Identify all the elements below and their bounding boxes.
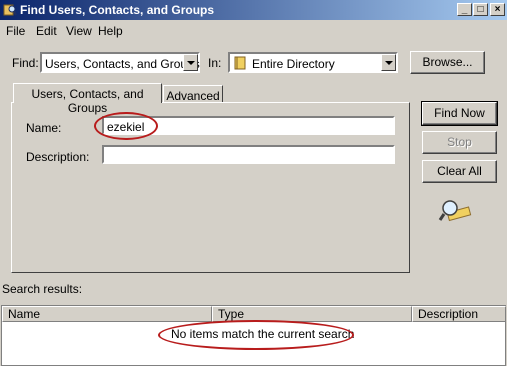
empty-message-annotation-oval xyxy=(158,320,354,350)
minimize-button[interactable]: _ xyxy=(457,3,472,16)
find-label: Find: xyxy=(12,56,39,70)
description-input[interactable] xyxy=(102,145,395,164)
find-type-value: Users, Contacts, and Groups xyxy=(45,57,200,71)
in-location-select[interactable]: Entire Directory xyxy=(228,52,398,73)
window-title: Find Users, Contacts, and Groups xyxy=(20,3,215,17)
stop-button[interactable]: Stop xyxy=(422,131,497,154)
find-type-select[interactable]: Users, Contacts, and Groups xyxy=(40,52,200,73)
in-location-value: Entire Directory xyxy=(252,57,335,71)
column-header-name[interactable]: Name xyxy=(2,306,212,322)
close-button[interactable]: × xyxy=(490,3,505,16)
menu-edit[interactable]: Edit xyxy=(36,24,57,38)
menu-help[interactable]: Help xyxy=(98,24,123,38)
tab-users-contacts-groups[interactable]: Users, Contacts, and Groups xyxy=(13,83,162,115)
browse-button[interactable]: Browse... xyxy=(410,51,485,74)
find-window-icon xyxy=(3,4,17,16)
find-now-button[interactable]: Find Now xyxy=(421,101,498,126)
clear-all-button[interactable]: Clear All xyxy=(422,160,497,183)
name-annotation-oval xyxy=(94,112,158,140)
name-label: Name: xyxy=(26,121,62,135)
menu-bar: File Edit View Help xyxy=(0,20,507,40)
magnifier-icon xyxy=(438,200,472,222)
description-label: Description: xyxy=(26,150,90,164)
chevron-down-icon[interactable] xyxy=(381,54,396,71)
maximize-button[interactable]: □ xyxy=(473,3,488,16)
menu-view[interactable]: View xyxy=(66,24,92,38)
in-label: In: xyxy=(208,56,222,70)
menu-file[interactable]: File xyxy=(6,24,25,38)
chevron-down-icon[interactable] xyxy=(183,54,198,71)
search-results-label: Search results: xyxy=(2,282,83,296)
column-header-description[interactable]: Description xyxy=(412,306,506,322)
directory-book-icon xyxy=(234,56,246,70)
tab-advanced[interactable]: Advanced xyxy=(163,85,223,103)
